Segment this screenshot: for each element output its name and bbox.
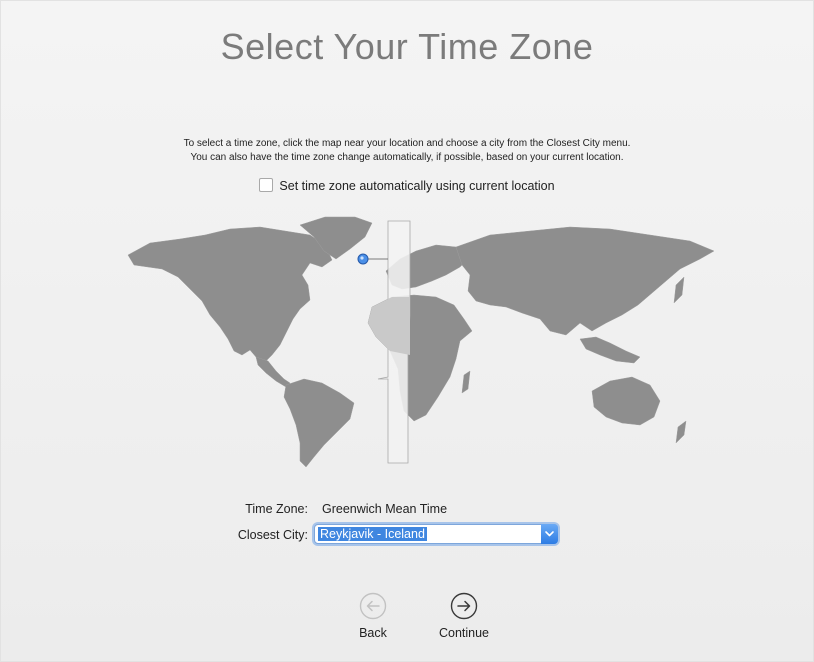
- new-zealand-landmass: [675, 420, 687, 444]
- auto-timezone-row[interactable]: Set time zone automatically using curren…: [0, 178, 814, 193]
- australia-landmass: [591, 376, 661, 426]
- instruction-line-1: To select a time zone, click the map nea…: [183, 138, 631, 149]
- world-map[interactable]: [110, 205, 730, 475]
- auto-timezone-checkbox[interactable]: [259, 178, 274, 192]
- madagascar-landmass: [461, 370, 471, 394]
- south-america-landmass: [283, 378, 355, 468]
- timezone-label: Time Zone:: [245, 502, 308, 516]
- instructions: To select a time zone, click the map nea…: [0, 137, 814, 165]
- southeast-asia-islands: [579, 336, 641, 364]
- continue-label: Continue: [438, 626, 490, 640]
- back-button[interactable]: Back: [343, 592, 403, 640]
- auto-timezone-label[interactable]: Set time zone automatically using curren…: [279, 179, 554, 193]
- japan-landmass: [673, 276, 685, 304]
- page-title: Select Your Time Zone: [220, 26, 594, 67]
- forward-arrow-circle-icon[interactable]: [450, 592, 478, 620]
- closest-city-select[interactable]: Reykjavik - Iceland: [314, 524, 558, 544]
- closest-city-label: Closest City:: [237, 528, 308, 542]
- chevron-down-icon[interactable]: [541, 524, 558, 544]
- location-dot-icon: [357, 253, 388, 265]
- north-america-landmass: [127, 226, 333, 364]
- closest-city-value: Reykjavik - Iceland: [318, 527, 427, 541]
- back-arrow-circle-icon[interactable]: [359, 592, 387, 620]
- central-america-landmass: [255, 356, 291, 388]
- asia-landmass: [455, 226, 715, 336]
- back-label: Back: [359, 626, 387, 640]
- instruction-line-2: You can also have the time zone change a…: [190, 152, 624, 163]
- continue-button[interactable]: Continue: [434, 592, 494, 640]
- timezone-value: Greenwich Mean Time: [322, 502, 448, 516]
